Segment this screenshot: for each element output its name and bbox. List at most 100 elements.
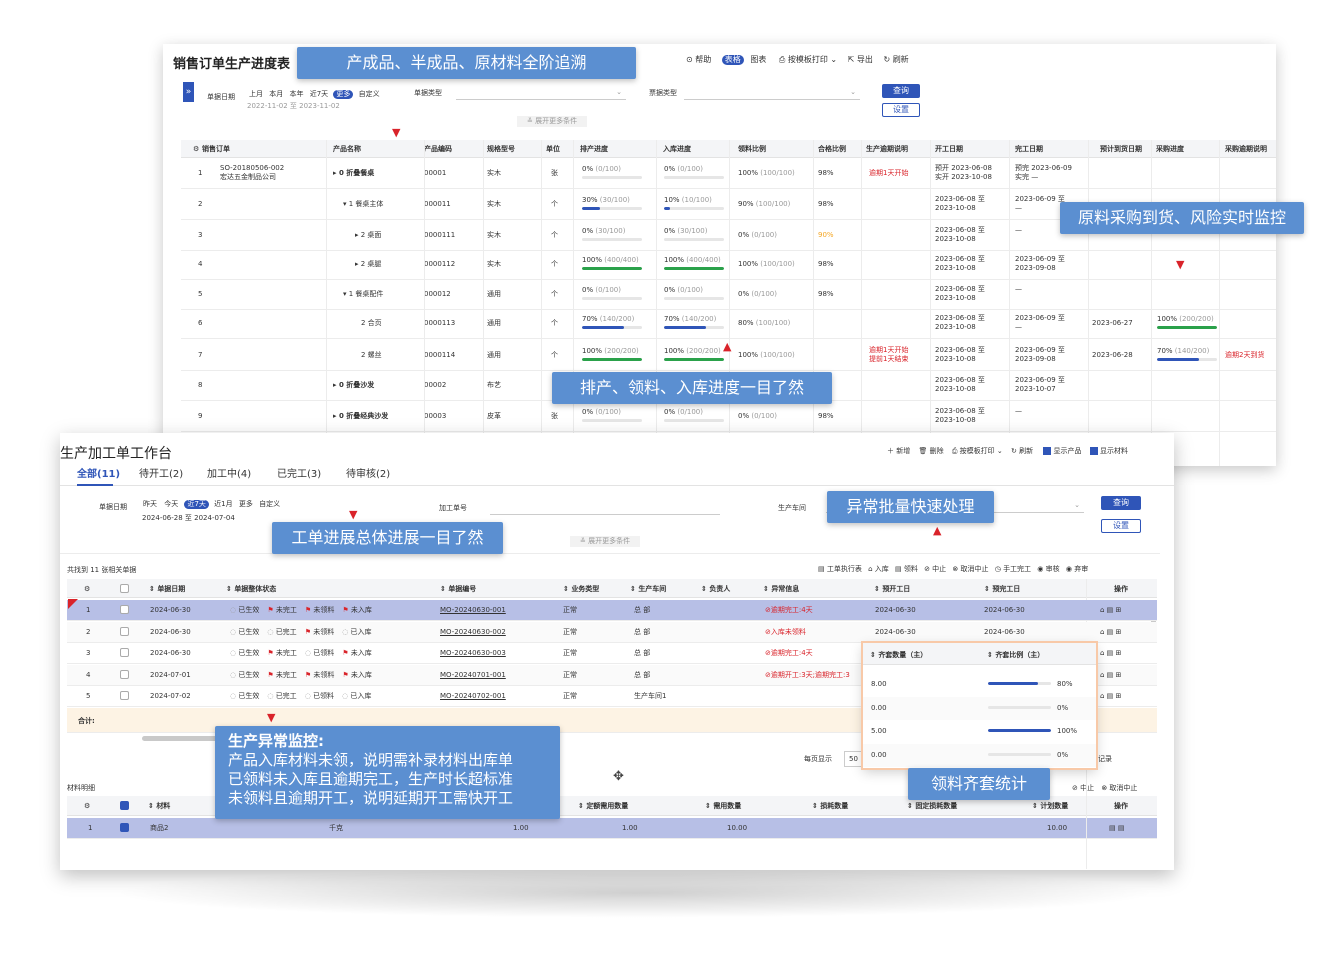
horizontal-scrollbar[interactable] (142, 736, 222, 741)
column-header[interactable]: ⇕ 预开工日 (874, 585, 910, 594)
column-header[interactable]: 开工日期 (935, 145, 963, 154)
print-template-button[interactable]: ⎙ 按模板打印 ⌄ (779, 55, 837, 64)
pick-material-button[interactable]: ▤ 领料 (895, 565, 918, 573)
delete-button[interactable]: 🗑 删除 (918, 447, 943, 455)
row-checkbox[interactable] (120, 648, 129, 657)
row-checkbox[interactable] (120, 691, 129, 700)
work-order-exec-button[interactable]: ▤ 工单执行表 (818, 565, 862, 573)
column-settings-icon[interactable]: ⚙ (193, 145, 199, 154)
chip-this-year[interactable]: 本年 (289, 90, 303, 98)
column-header[interactable]: 规格型号 (487, 145, 515, 154)
chip-last-month[interactable]: 近1月 (214, 500, 232, 508)
row-checkbox[interactable] (120, 626, 129, 636)
column-header[interactable]: ⇕ 定额需用数量 (578, 802, 628, 811)
chip-last-month[interactable]: 上月 (249, 90, 263, 98)
select-all-checkbox[interactable] (120, 584, 129, 593)
show-product-toggle[interactable]: 显示产品 (1043, 447, 1082, 455)
chip-custom[interactable]: 自定义 (259, 500, 280, 508)
product-name[interactable]: 2 螺丝 (361, 351, 382, 360)
column-header[interactable]: 采购逾期说明 (1225, 145, 1267, 154)
column-header[interactable]: 单位 (546, 145, 560, 154)
column-header[interactable]: ⇕ 单据日期 (149, 585, 185, 594)
material-suspend-button[interactable]: ⊘ 中止 (1072, 784, 1094, 792)
bill-number[interactable]: MO-20240630-003 (440, 649, 506, 658)
query-button[interactable]: 查询 (1101, 496, 1141, 510)
tab-pending-start[interactable]: 待开工(2) (139, 468, 183, 482)
column-header[interactable]: 排产进度 (580, 145, 608, 154)
order-no-input[interactable] (490, 501, 720, 515)
bill-number[interactable]: MO-20240630-002 (440, 628, 506, 637)
row-actions[interactable]: ▤ ▤ (1109, 824, 1124, 833)
column-header[interactable]: 生产逾期说明 (866, 145, 908, 154)
tab-processing[interactable]: 加工中(4) (207, 468, 251, 482)
column-header[interactable]: ⇕ 计划数量 (1032, 802, 1068, 811)
table-view-button[interactable]: 表格 (721, 55, 744, 65)
row-actions[interactable]: ⌂ ▤ ⊞ (1100, 649, 1121, 658)
column-header[interactable]: 操作 (1114, 585, 1128, 594)
add-button[interactable]: ＋ 新增 (887, 447, 910, 455)
product-name[interactable]: ▾ 1 餐桌配件 (343, 290, 383, 299)
tab-completed[interactable]: 已完工(3) (277, 468, 321, 482)
table-row[interactable]: 2 2024-06-30 ◌ 已生效 ◌ 已完工 ⚑ 未领料 ◌ 已入库 MO-202406… (67, 621, 1157, 643)
column-header[interactable]: ⇕ 业务类型 (563, 585, 599, 594)
export-button[interactable]: ⇱ 导出 (848, 55, 873, 64)
row-actions[interactable]: ⌂ ▤ ⊞ (1100, 606, 1121, 615)
column-header[interactable]: ⇕ 损耗数量 (812, 802, 848, 811)
chip-today[interactable]: 今天 (164, 500, 178, 508)
chip-last-7-days[interactable]: 近7天 (184, 500, 209, 509)
query-button[interactable]: 查询 (882, 84, 920, 98)
product-name[interactable]: ▸ 0 折叠沙发 (333, 381, 374, 390)
column-header[interactable]: ⇕ 生产车间 (630, 585, 666, 594)
column-header[interactable]: 产品名称 (333, 145, 361, 154)
column-header[interactable]: ⇕ 负责人 (701, 585, 730, 594)
sidebar-toggle-icon[interactable]: » (183, 82, 194, 102)
print-template-button[interactable]: ⎙ 按模板打印 ⌄ (952, 447, 1003, 455)
chart-view-button[interactable]: 图表 (750, 55, 766, 64)
row-checkbox[interactable] (120, 823, 129, 832)
column-header[interactable]: 采购进度 (1156, 145, 1184, 154)
settings-button[interactable]: 设置 (1101, 519, 1141, 533)
product-name[interactable]: ▸ 0 折叠餐桌 (333, 169, 374, 178)
show-material-toggle[interactable]: 显示材料 (1089, 447, 1128, 455)
column-settings-icon[interactable]: ⚙ (84, 585, 90, 594)
bill-number[interactable]: MO-20240702-001 (440, 692, 506, 701)
column-header[interactable]: 合格比例 (818, 145, 846, 154)
product-name[interactable]: 2 合页 (361, 319, 382, 328)
column-header[interactable]: 操作 (1114, 802, 1128, 811)
row-actions[interactable]: ⌂ ▤ ⊞ (1100, 628, 1121, 637)
chip-custom[interactable]: 自定义 (359, 90, 380, 98)
expand-conditions-toggle[interactable]: ≚ 展开更多条件 (517, 116, 588, 127)
help-button[interactable]: ⊙ 帮助 (686, 55, 711, 64)
column-header[interactable]: ⇕ 固定损耗数量 (907, 802, 957, 811)
chip-last-7-days[interactable]: 近7天 (310, 90, 328, 98)
kit-qty-header[interactable]: ⇕ 齐套数量（主） (870, 651, 927, 660)
chip-more[interactable]: 更多 (239, 500, 253, 508)
product-name[interactable]: ▸ 0 折叠经典沙发 (333, 412, 388, 421)
row-actions[interactable]: ⌂ ▤ ⊞ (1100, 692, 1121, 701)
column-header[interactable]: 完工日期 (1015, 145, 1043, 154)
bill-number[interactable]: MO-20240630-001 (440, 606, 506, 615)
bill-type-select[interactable]: ⌄ (684, 86, 860, 100)
suspend-button[interactable]: ⊘ 中止 (924, 565, 946, 573)
doc-type-select[interactable]: ⌄ (456, 86, 626, 100)
refresh-button[interactable]: ↻ 刷新 (883, 55, 908, 64)
expand-conditions-toggle[interactable]: ≚ 展开更多条件 (570, 536, 641, 547)
column-header[interactable]: ⇕ 单据编号 (440, 585, 476, 594)
tab-pending-review[interactable]: 待审核(2) (346, 468, 390, 482)
column-header[interactable]: ⇕ 材料 (148, 802, 170, 811)
tab-all[interactable]: 全部(11) (77, 468, 120, 482)
approve-button[interactable]: ◉ 审核 (1037, 565, 1059, 573)
column-header[interactable]: ⇕ 单据整体状态 (226, 585, 276, 594)
column-header[interactable]: 入库进度 (663, 145, 691, 154)
column-header[interactable]: ⇕ 异常信息 (763, 585, 799, 594)
material-row[interactable]: 1 商品2 千克 1.00 1.00 10.00 10.00 ▤ ▤ (67, 818, 1157, 839)
row-actions[interactable]: ⌂ ▤ ⊞ (1100, 671, 1121, 680)
column-header[interactable]: 产品编码 (424, 145, 452, 154)
unapprove-button[interactable]: ◉ 弃审 (1066, 565, 1088, 573)
column-header[interactable]: 预计到货日期 (1100, 145, 1142, 154)
manual-complete-button[interactable]: ◷ 手工完工 (995, 565, 1031, 573)
column-header[interactable]: ⇕ 预完工日 (984, 585, 1020, 594)
material-cancel-suspend-button[interactable]: ⊗ 取消中止 (1101, 784, 1137, 792)
kit-ratio-header[interactable]: ⇕ 齐套比例（主） (987, 651, 1044, 660)
product-name[interactable]: ▸ 2 桌腿 (355, 260, 381, 269)
